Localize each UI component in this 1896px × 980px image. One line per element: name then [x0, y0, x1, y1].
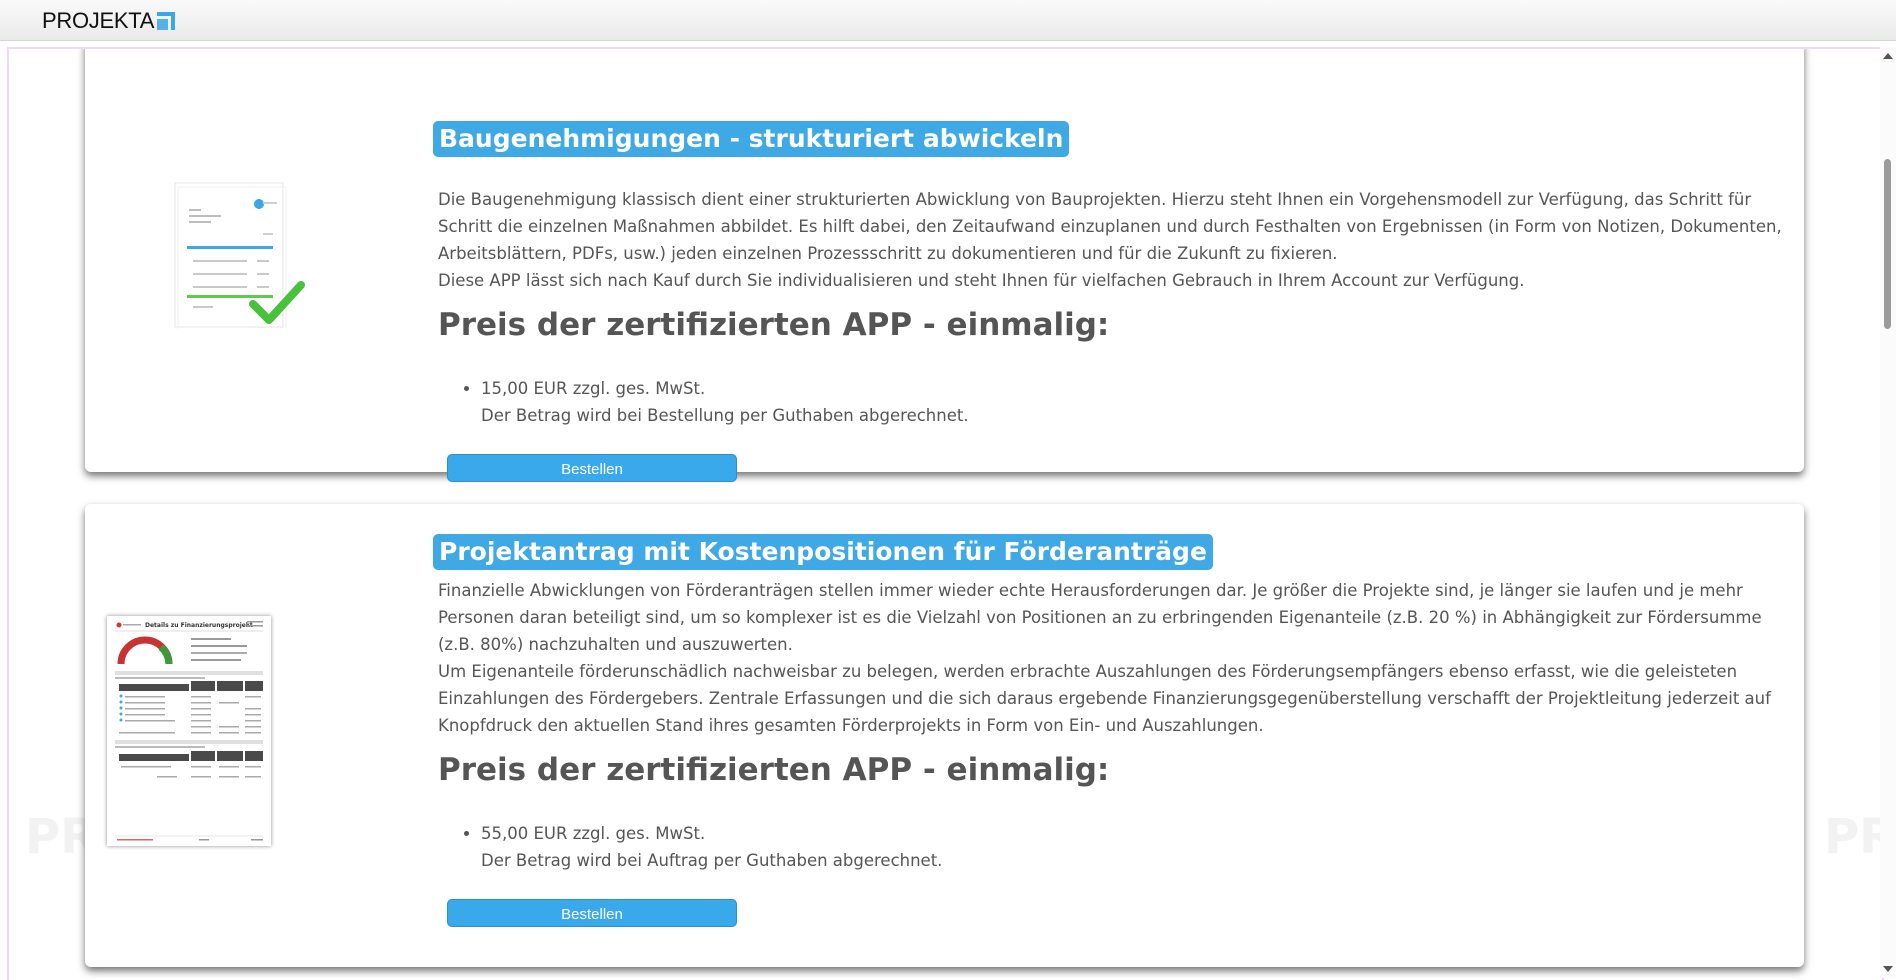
price-list: 55,00 EUR zzgl. ges. MwSt. Der Betrag wi…	[463, 820, 942, 874]
product-description: Die Baugenehmigung klassisch dient einer…	[438, 186, 1783, 294]
order-button[interactable]: Bestellen	[447, 899, 737, 927]
product-description: Finanzielle Abwicklungen von Förderanträ…	[438, 577, 1783, 739]
price-heading: Preis der zertifizierten APP - einmalig:	[438, 307, 1110, 343]
description-paragraph: Finanzielle Abwicklungen von Förderanträ…	[438, 581, 1762, 654]
product-card-baugenehmigung: Baugenehmigungen - strukturiert abwickel…	[85, 49, 1804, 482]
price-item: 55,00 EUR zzgl. ges. MwSt. Der Betrag wi…	[481, 820, 942, 874]
price-note: Der Betrag wird bei Auftrag per Guthaben…	[481, 851, 943, 870]
scrollbar-thumb[interactable]	[1884, 159, 1891, 329]
description-paragraph: Die Baugenehmigung klassisch dient einer…	[438, 190, 1782, 263]
description-paragraph: Diese APP lässt sich nach Kauf durch Sie…	[438, 271, 1525, 290]
logo-text: PROJEKTA	[42, 8, 155, 33]
document-checkmark-icon	[173, 179, 313, 333]
price-heading: Preis der zertifizierten APP - einmalig:	[438, 752, 1110, 788]
description-paragraph: Um Eigenanteile förderunschädlich nachwe…	[438, 662, 1771, 735]
scroll-down-arrow-icon[interactable]	[1883, 966, 1893, 972]
price-value: 15,00 EUR zzgl. ges. MwSt.	[481, 379, 706, 398]
product-title: Baugenehmigungen - strukturiert abwickel…	[433, 121, 1070, 157]
price-item: 15,00 EUR zzgl. ges. MwSt. Der Betrag wi…	[481, 375, 969, 429]
vertical-scrollbar[interactable]	[1880, 47, 1896, 978]
price-note: Der Betrag wird bei Bestellung per Gutha…	[481, 406, 969, 425]
order-button[interactable]: Bestellen	[447, 454, 737, 482]
top-bar: PROJEKTA	[0, 0, 1896, 41]
product-card-projektantrag: Details zu Finanzierungsprojekt Projekta…	[85, 504, 1804, 967]
watermark-right: PR	[1824, 809, 1882, 865]
finance-report-thumbnail: Details zu Finanzierungsprojekt	[107, 616, 271, 846]
price-value: 55,00 EUR zzgl. ges. MwSt.	[481, 824, 706, 843]
projekta-logo[interactable]: PROJEKTA	[42, 8, 176, 34]
price-list: 15,00 EUR zzgl. ges. MwSt. Der Betrag wi…	[463, 375, 969, 429]
logo-mark-icon	[157, 12, 176, 30]
content-viewport: PR PR Baugenehmigungen - st	[7, 47, 1884, 980]
product-title: Projektantrag mit Kostenpositionen für F…	[433, 534, 1213, 570]
scroll-up-arrow-icon[interactable]	[1883, 53, 1893, 59]
